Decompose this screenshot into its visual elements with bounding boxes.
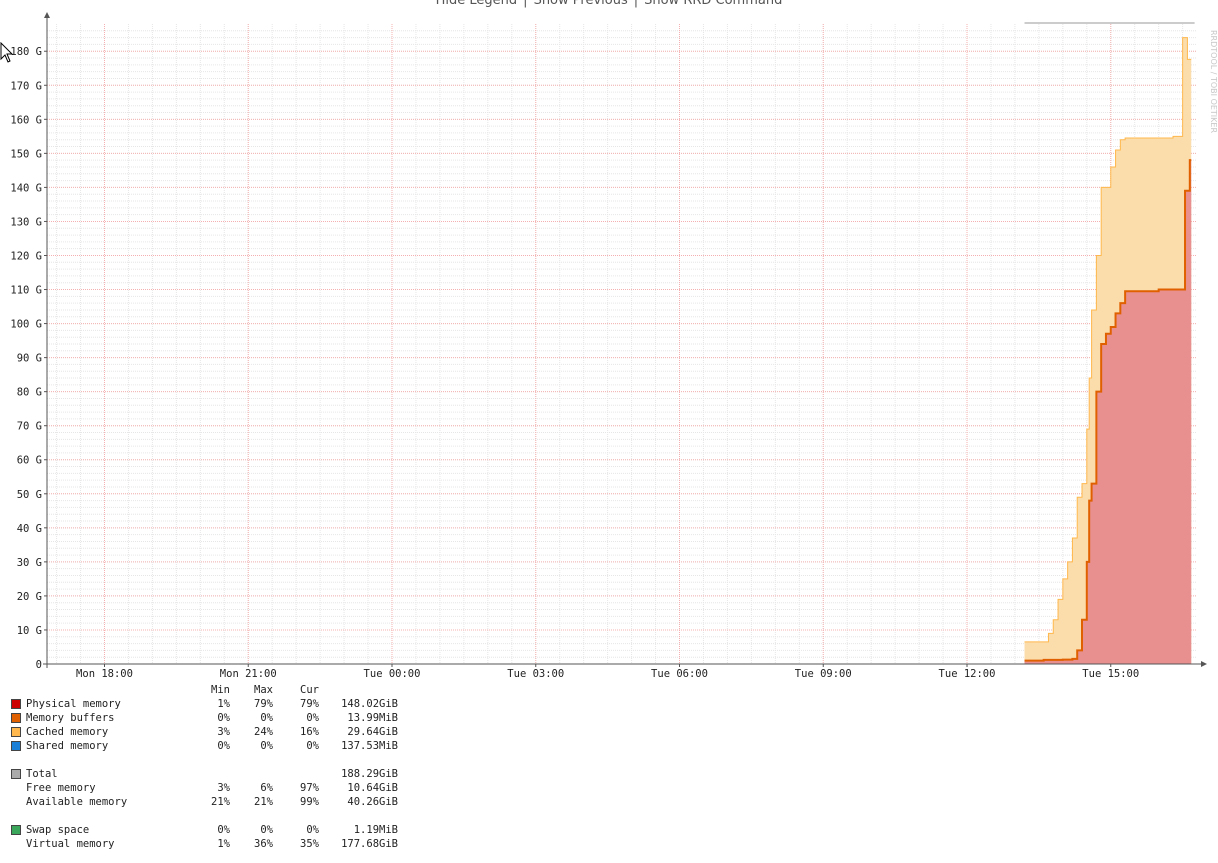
legend-label: Shared memory: [26, 740, 109, 752]
legend-value: 1.19MiB: [353, 824, 398, 836]
legend-min: 0%: [217, 740, 230, 752]
legend-cur: 35%: [300, 838, 319, 850]
legend-value: 10.64GiB: [347, 782, 398, 794]
legend-label: Total: [26, 768, 58, 780]
legend-min: 21%: [211, 796, 230, 808]
legend-min: 1%: [217, 838, 230, 850]
x-tick-label: Tue 00:00: [364, 668, 421, 680]
legend-label: Physical memory: [26, 698, 121, 710]
legend-min: 0%: [217, 824, 230, 836]
legend-label: Available memory: [26, 796, 128, 808]
y-axis-arrow: [44, 12, 50, 18]
legend-max: 0%: [260, 712, 273, 724]
legend-cur: 0%: [306, 740, 319, 752]
y-tick-label: 60 G: [17, 455, 42, 467]
y-tick-label: 40 G: [17, 523, 42, 535]
y-tick-label: 140 G: [10, 182, 42, 194]
x-tick-label: Mon 18:00: [76, 668, 133, 680]
x-tick-label: Tue 03:00: [507, 668, 564, 680]
memory-chart: 0 10 G 20 G 30 G 40 G 50 G 60 G 70 G 80 G 90 G 100…: [10, 12, 1207, 680]
chart-grid: [47, 24, 1197, 664]
legend-min: 0%: [217, 712, 230, 724]
x-tick-label: Tue 09:00: [795, 668, 852, 680]
legend-value: 29.64GiB: [347, 726, 398, 738]
y-tick-label: 110 G: [10, 285, 42, 297]
legend-swatch: [11, 699, 21, 709]
x-tick-label: Tue 15:00: [1082, 668, 1139, 680]
legend-max: 36%: [254, 838, 273, 850]
y-tick-label: 0: [36, 659, 42, 671]
legend-header-min: Min: [211, 684, 230, 696]
legend-header-max: Max: [254, 684, 273, 696]
y-axis-labels: 0 10 G 20 G 30 G 40 G 50 G 60 G 70 G 80 G 90 G 100…: [10, 46, 42, 671]
y-tick-label: 170 G: [10, 80, 42, 92]
legend-value: 188.29GiB: [341, 768, 398, 780]
legend-min: 1%: [217, 698, 230, 710]
y-tick-label: 30 G: [17, 557, 42, 569]
legend-max: 79%: [254, 698, 273, 710]
y-tick-label: 150 G: [10, 148, 42, 160]
x-axis-labels: Mon 18:00 Mon 21:00 Tue 00:00 Tue 03:00 Tue …: [76, 668, 1139, 680]
legend-max: 21%: [254, 796, 273, 808]
legend-min: 3%: [217, 726, 230, 738]
legend-swatch: [11, 713, 21, 723]
legend-value: 40.26GiB: [347, 796, 398, 808]
legend-value: 177.68GiB: [341, 838, 398, 850]
legend-cur: 97%: [300, 782, 319, 794]
chart-axes: [43, 12, 1207, 668]
mouse-pointer-icon: [0, 42, 14, 63]
x-tick-label: Mon 21:00: [220, 668, 277, 680]
legend-value: 148.02GiB: [341, 698, 398, 710]
x-tick-label: Tue 12:00: [939, 668, 996, 680]
y-tick-label: 70 G: [17, 421, 42, 433]
legend-cur: 0%: [306, 712, 319, 724]
legend-label: Memory buffers: [26, 712, 115, 724]
legend-min: 3%: [217, 782, 230, 794]
legend-cur: 79%: [300, 698, 319, 710]
x-tick-label: Tue 06:00: [651, 668, 708, 680]
y-tick-label: 120 G: [10, 250, 42, 262]
x-axis-arrow: [1201, 661, 1207, 667]
legend-label: Free memory: [26, 782, 96, 794]
legend-label: Virtual memory: [26, 838, 115, 850]
legend-label: Cached memory: [26, 726, 109, 738]
y-tick-label: 100 G: [10, 319, 42, 331]
legend-max: 24%: [254, 726, 273, 738]
legend-max: 0%: [260, 824, 273, 836]
y-tick-label: 130 G: [10, 216, 42, 228]
y-tick-label: 90 G: [17, 353, 42, 365]
y-tick-label: 160 G: [10, 114, 42, 126]
legend-value: 137.53MiB: [341, 740, 398, 752]
rrdtool-watermark: RRDTOOL / TOBI OETIKER: [1209, 30, 1218, 134]
legend-swatch: [11, 769, 21, 779]
legend-header-cur: Cur: [300, 684, 319, 696]
legend-cur: 0%: [306, 824, 319, 836]
legend-swatch: [11, 741, 21, 751]
legend-cur: 99%: [300, 796, 319, 808]
y-tick-label: 20 G: [17, 591, 42, 603]
legend-max: 0%: [260, 740, 273, 752]
legend-cur: 16%: [300, 726, 319, 738]
legend-max: 6%: [260, 782, 273, 794]
legend-label: Swap space: [26, 824, 90, 836]
y-tick-label: 180 G: [10, 46, 42, 58]
y-tick-label: 50 G: [17, 489, 42, 501]
legend-swatch: [11, 727, 21, 737]
y-tick-label: 10 G: [17, 625, 42, 637]
legend-value: 13.99MiB: [347, 712, 398, 724]
legend-swatch: [11, 825, 21, 835]
y-tick-label: 80 G: [17, 387, 42, 399]
